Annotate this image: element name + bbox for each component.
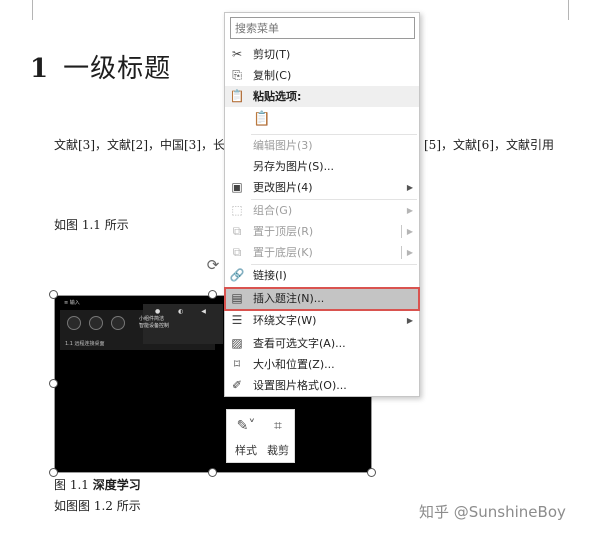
crop-button[interactable]: ⌗ 裁剪 [263,416,293,458]
picture-popup-text: 小组件简洁 智能设备控制 [139,316,170,329]
menu-item-change-picture[interactable]: ▣ 更改图片(4) ▶ [225,177,419,198]
page-corner-mark-left [0,0,33,20]
send-back-icon: ⧉ [232,245,242,259]
menu-item-cut[interactable]: ✂ 剪切(T) [225,44,419,65]
rotate-handle-icon[interactable]: ⟳ [204,256,222,274]
format-picture-icon: ✐ [231,378,243,392]
submenu-arrow-icon: ▶ [406,316,413,325]
paragraph-figure-reference[interactable]: 如图 1.1 所示 [54,216,129,233]
menu-item-send-to-back[interactable]: ⧉ 置于底层(K) ▶ [225,242,419,263]
split-divider [401,225,402,238]
submenu-arrow-icon: ▶ [406,248,413,257]
scissors-icon: ✂ [231,47,243,61]
resize-handle-bottom-center[interactable] [208,468,217,477]
menu-item-insert-caption[interactable]: ▤ 插入题注(N)... [224,287,420,311]
watermark: 知乎 @SunshineBoy [419,503,566,521]
style-brush-icon: ✎˅ [236,418,256,434]
caption-icon: ▤ [231,291,243,305]
menu-item-edit-picture[interactable]: 编辑图片(3) [225,135,419,156]
crop-icon: ⌗ [274,418,282,434]
menu-item-group[interactable]: ⬚ 组合(G) ▶ [225,200,419,221]
crop-button-label: 裁剪 [267,444,289,457]
heading-text: 一级标题 [63,54,172,84]
style-button[interactable]: ✎˅ 样式 [231,416,261,458]
change-picture-icon: ▣ [231,180,243,194]
picture-window-title: ≡ 输入 [64,300,80,306]
menu-item-wrap-text[interactable]: ☰ 环绕文字(W) ▶ [225,310,419,331]
menu-item-size-and-position[interactable]: ⌑ 大小和位置(Z)... [225,354,419,375]
caption-prefix: 图 [54,478,67,492]
picture-power-icon [67,316,81,330]
resize-handle-bottom-right[interactable] [367,468,376,477]
page-corner-mark-right [568,0,600,20]
clipboard-icon: 📋 [229,89,245,103]
paragraph-figure-reference-2[interactable]: 如图图 1.2 所示 [54,497,141,514]
picture-panel-label: 1.1 远程连接桌面 [65,341,105,347]
split-divider [401,246,402,259]
size-position-icon: ⌑ [233,357,241,371]
search-menu-input[interactable] [230,17,415,39]
resize-handle-top-center[interactable] [208,290,217,299]
heading-level-1[interactable]: 1 一级标题 [30,48,171,85]
paragraph-references-left[interactable]: 文献[3]，文献[2]，中国[3]，长 [54,136,225,153]
menu-paste-options-header: 📋 粘贴选项: [225,86,419,107]
menu-item-view-alt-text[interactable]: ▨ 查看可选文字(A)... [225,333,419,354]
heading-number: 1 [30,54,50,84]
resize-handle-middle-left[interactable] [49,379,58,388]
paragraph-references-right[interactable]: [5]，文献[6]，文献引用 [424,136,554,153]
link-icon: 🔗 [229,268,245,282]
menu-item-link[interactable]: 🔗 链接(I) [225,265,419,286]
picture-toggle-icon [111,316,125,330]
bring-front-icon: ⧉ [232,224,242,238]
submenu-arrow-icon: ▶ [406,227,413,236]
context-menu: ✂ 剪切(T) ⎘ 复制(C) 📋 粘贴选项: 📋 编辑图片(3) 另存为图片(… [224,12,420,397]
wrap-text-icon: ☰ [231,313,243,327]
alt-text-icon: ▨ [231,336,243,350]
style-button-label: 样式 [235,444,257,457]
menu-item-copy[interactable]: ⎘ 复制(C) [225,65,419,86]
resize-handle-top-left[interactable] [49,290,58,299]
copy-icon: ⎘ [232,68,242,82]
caption-text: 深度学习 [92,478,141,492]
menu-item-bring-to-front[interactable]: ⧉ 置于顶层(R) ▶ [225,221,419,242]
submenu-arrow-icon: ▶ [406,183,413,192]
picture-mini-toolbar: ✎˅ 样式 ⌗ 裁剪 [226,409,295,463]
group-icon: ⬚ [231,203,243,217]
menu-item-save-as-picture[interactable]: 另存为图片(S)... [225,156,419,177]
picture-toggle-icon [89,316,103,330]
paste-keep-source-icon[interactable]: 📋 [253,110,271,128]
caption-number: 1.1 [69,478,89,492]
figure-caption[interactable]: 图 1.1 深度学习 [54,476,141,493]
menu-item-format-picture[interactable]: ✐ 设置图片格式(O)... [225,375,419,396]
submenu-arrow-icon: ▶ [406,206,413,215]
